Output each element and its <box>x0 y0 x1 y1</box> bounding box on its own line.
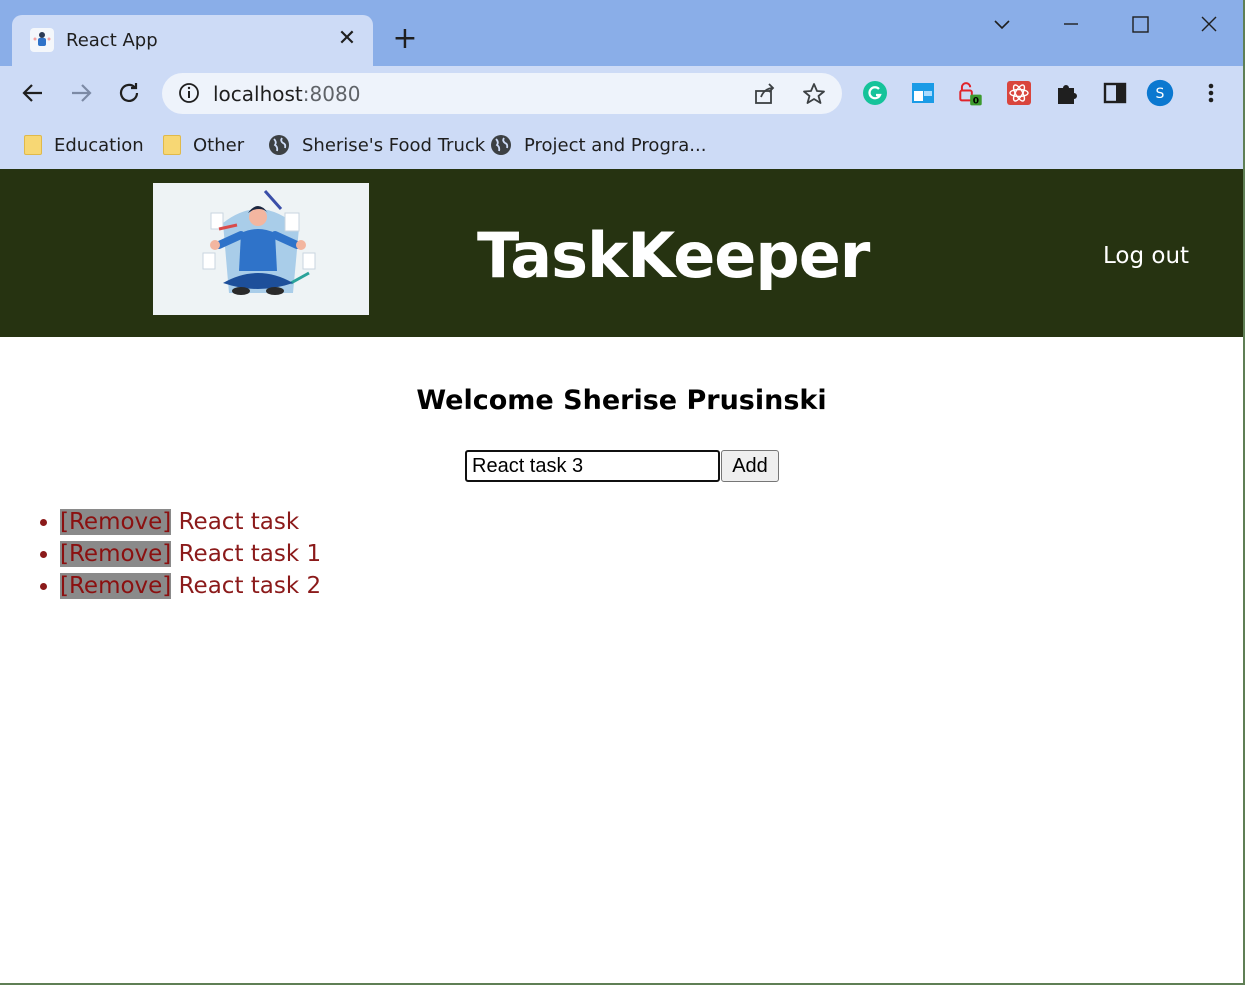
add-task-button[interactable]: Add <box>721 450 779 482</box>
lock-extension-icon[interactable]: 0 <box>957 79 985 107</box>
tab-strip: React App ✕ + <box>0 0 1243 66</box>
react-devtools-icon[interactable] <box>1005 79 1033 107</box>
task-text: React task <box>178 509 300 535</box>
bookmark-other[interactable]: Other <box>163 130 244 160</box>
maximize-icon[interactable] <box>1125 12 1155 38</box>
bookmark-label: Sherise's Food Truck <box>302 134 486 156</box>
list-item: [Remove] React task 2 <box>60 570 321 602</box>
globe-icon <box>490 134 512 156</box>
forward-arrow-icon[interactable] <box>66 78 96 108</box>
tab-title: React App <box>66 30 158 51</box>
window-extension-icon[interactable] <box>909 79 937 107</box>
bookmark-label: Education <box>54 134 144 156</box>
new-tab-button[interactable]: + <box>392 24 418 54</box>
puzzle-icon[interactable] <box>1053 79 1081 107</box>
url-text[interactable]: localhost:8080 <box>213 82 360 106</box>
grammarly-icon[interactable] <box>861 79 889 107</box>
reload-icon[interactable] <box>114 78 144 108</box>
brand-title: TaskKeeper <box>477 219 870 292</box>
task-input[interactable] <box>465 450 720 482</box>
bookmark-label: Other <box>193 134 245 156</box>
chevron-down-icon[interactable] <box>987 12 1017 38</box>
list-item: [Remove] React task 1 <box>60 538 321 570</box>
bookmark-sherises-food-truck[interactable]: Sherise's Food Truck <box>268 130 485 160</box>
globe-icon <box>268 134 290 156</box>
site-info-icon[interactable] <box>178 82 200 104</box>
bookmark-education[interactable]: Education <box>24 130 144 160</box>
task-text: React task 2 <box>178 573 322 599</box>
react-app-favicon-icon <box>30 28 54 52</box>
welcome-heading: Welcome Sherise Prusinski <box>416 385 827 416</box>
task-list: [Remove] React task [Remove] React task … <box>60 506 321 602</box>
minimize-icon[interactable] <box>1056 12 1086 38</box>
folder-icon <box>163 135 181 155</box>
logout-link[interactable]: Log out <box>1103 243 1189 269</box>
list-item: [Remove] React task <box>60 506 321 538</box>
tab-react-app[interactable]: React App ✕ <box>12 15 373 66</box>
browser-window: React App ✕ + localhost:8080 0 S Educati… <box>0 0 1243 983</box>
remove-task-button[interactable]: [Remove] <box>60 573 172 599</box>
back-arrow-icon[interactable] <box>18 78 48 108</box>
star-icon[interactable] <box>801 81 827 107</box>
share-icon[interactable] <box>752 81 778 107</box>
close-icon[interactable] <box>1194 12 1224 38</box>
url-host: localhost <box>213 82 303 106</box>
bookmarks-bar: Education Other Sherise's Food Truck Pro… <box>0 122 1243 169</box>
app-header: TaskKeeper Log out <box>0 169 1243 337</box>
bookmark-project-and-progra[interactable]: Project and Progra... <box>490 130 706 160</box>
side-panel-icon[interactable] <box>1101 79 1129 107</box>
meditating-person-logo-icon <box>153 183 369 315</box>
url-port: :8080 <box>302 82 361 106</box>
browser-toolbar: localhost:8080 0 S <box>0 66 1243 122</box>
profile-avatar[interactable]: S <box>1146 79 1174 107</box>
lock-extension-badge: 0 <box>973 97 979 107</box>
address-bar[interactable]: localhost:8080 <box>162 73 842 114</box>
task-text: React task 1 <box>178 541 322 567</box>
add-task-form: Add <box>465 450 779 482</box>
page-content: TaskKeeper Log out Welcome Sherise Prusi… <box>0 169 1243 983</box>
folder-icon <box>24 135 42 155</box>
remove-task-button[interactable]: [Remove] <box>60 541 172 567</box>
more-menu-icon[interactable] <box>1197 79 1225 107</box>
profile-letter: S <box>1156 86 1165 102</box>
tab-close-icon[interactable]: ✕ <box>335 27 359 51</box>
remove-task-button[interactable]: [Remove] <box>60 509 172 535</box>
bookmark-label: Project and Progra... <box>524 134 707 156</box>
